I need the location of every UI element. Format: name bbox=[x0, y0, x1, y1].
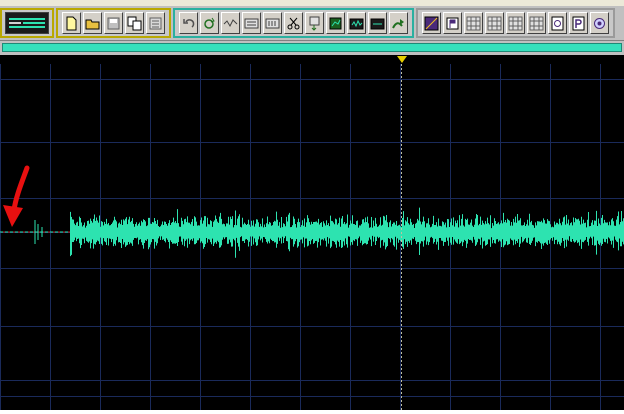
properties-button[interactable] bbox=[548, 12, 567, 34]
waveform bbox=[34, 207, 624, 258]
diagonal-icon bbox=[424, 16, 439, 30]
paste-mix-icon bbox=[309, 16, 320, 31]
redo-button[interactable] bbox=[200, 12, 219, 34]
new-file-icon bbox=[66, 16, 77, 30]
paste-new-icon bbox=[329, 17, 342, 29]
cut-wave-icon bbox=[223, 18, 238, 27]
waveform-display[interactable] bbox=[0, 64, 624, 410]
save-icon bbox=[107, 17, 120, 29]
redo-icon bbox=[204, 17, 215, 29]
cursor-marker-icon[interactable] bbox=[396, 56, 407, 63]
grid-button-2[interactable] bbox=[485, 12, 504, 34]
scissors-button[interactable] bbox=[284, 12, 303, 34]
new-file-button[interactable] bbox=[62, 12, 81, 34]
paste-new-button[interactable] bbox=[326, 12, 345, 34]
save-button[interactable] bbox=[104, 12, 123, 34]
settings-button[interactable] bbox=[590, 12, 609, 34]
save-as-button[interactable] bbox=[125, 12, 144, 34]
progress-fill bbox=[3, 44, 621, 51]
properties-icon bbox=[551, 16, 564, 30]
undo-button[interactable] bbox=[179, 12, 198, 34]
play-icon bbox=[392, 18, 404, 28]
paste-icon bbox=[265, 18, 280, 28]
status-strip bbox=[0, 410, 624, 414]
paste-button[interactable] bbox=[263, 12, 282, 34]
undo-icon bbox=[183, 18, 195, 28]
settings-icon bbox=[594, 17, 605, 29]
grid-button-4[interactable] bbox=[527, 12, 546, 34]
progress-strip bbox=[0, 41, 624, 55]
grid-button-3[interactable] bbox=[506, 12, 525, 34]
close-file-button[interactable] bbox=[146, 12, 165, 34]
scissors-icon bbox=[287, 17, 300, 29]
open-folder-icon bbox=[85, 19, 100, 29]
p-icon bbox=[572, 16, 585, 30]
grid-icon bbox=[466, 16, 481, 30]
open-file-button[interactable] bbox=[83, 12, 102, 34]
play-button[interactable] bbox=[389, 12, 408, 34]
toolbar-group-view bbox=[416, 8, 615, 38]
cut-wave-button[interactable] bbox=[221, 12, 240, 34]
copy-icon bbox=[244, 18, 259, 28]
grid-button-1[interactable] bbox=[464, 12, 483, 34]
flag-button[interactable] bbox=[443, 12, 462, 34]
transport-control[interactable] bbox=[5, 12, 49, 34]
selection-icon bbox=[370, 18, 385, 29]
trim-button[interactable] bbox=[347, 12, 366, 34]
trim-icon bbox=[349, 18, 364, 29]
p-button[interactable] bbox=[569, 12, 588, 34]
close-file-icon bbox=[149, 17, 162, 29]
paste-mix-button[interactable] bbox=[305, 12, 324, 34]
grid-icon bbox=[529, 16, 544, 30]
transport-meter-icon bbox=[9, 18, 45, 28]
toolbar-group-transport bbox=[0, 8, 54, 38]
red-arrow-icon bbox=[3, 165, 30, 227]
copy-button[interactable] bbox=[242, 12, 261, 34]
waveform-canvas bbox=[0, 64, 624, 410]
timeline-ruler[interactable] bbox=[0, 55, 624, 64]
selection-button[interactable] bbox=[368, 12, 387, 34]
diagonal-button[interactable] bbox=[422, 12, 441, 34]
progress-bar[interactable] bbox=[2, 43, 622, 52]
toolbar-group-edit bbox=[173, 8, 414, 38]
toolbar bbox=[0, 6, 624, 41]
save-as-icon bbox=[127, 16, 142, 30]
grid-icon bbox=[487, 16, 502, 30]
toolbar-group-file bbox=[56, 8, 171, 38]
grid-icon bbox=[508, 16, 523, 30]
flag-icon bbox=[446, 17, 459, 29]
